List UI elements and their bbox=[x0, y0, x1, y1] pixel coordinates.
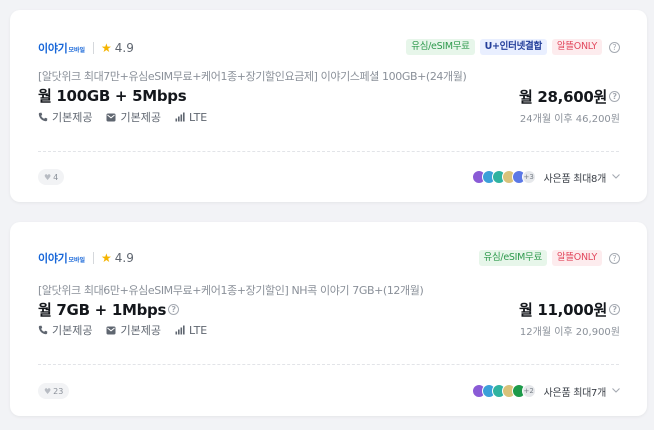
plan-data: 월 7GB + 1Mbps ? bbox=[38, 299, 180, 320]
plan-name: [알닷위크 최대6만+유심eSIM무료+케어1종+장기할인] NH콕 이야기 7… bbox=[38, 284, 424, 297]
signal-icon bbox=[175, 325, 185, 335]
card-footer: ♥ 4 +3 사은품 최대8개 bbox=[10, 161, 647, 193]
feature-sms: 기본제공 bbox=[106, 109, 161, 125]
price-after: 12개월 이후 20,900원 bbox=[519, 327, 620, 338]
brand-logo-sub: 모바일 bbox=[68, 47, 86, 54]
gift-thumbnails: +2 bbox=[471, 384, 536, 398]
star-icon: ★ bbox=[101, 251, 112, 265]
feature-network: LTE bbox=[175, 324, 207, 337]
feature-sms-label: 기본제공 bbox=[120, 324, 161, 337]
badge-internet-bundle: U+인터넷결합 bbox=[479, 39, 547, 55]
feature-list: 기본제공 기본제공 LTE bbox=[38, 109, 221, 125]
brand-logo: 이야기 bbox=[38, 42, 68, 55]
badge-only: 알뜰ONLY bbox=[551, 39, 602, 55]
badge-only: 알뜰ONLY bbox=[551, 250, 602, 266]
plan-data-text: 월 100GB + 5Mbps bbox=[38, 87, 187, 105]
plan-card-2[interactable]: 이야기 모바일 ★ 4.9 유심/eSIM무료 알뜰ONLY ? [알닷위크 최… bbox=[10, 222, 647, 416]
help-icon[interactable]: ? bbox=[168, 304, 180, 315]
like-button[interactable]: ♥ 4 bbox=[38, 169, 65, 185]
dashed-divider bbox=[38, 364, 619, 365]
chevron-down-icon bbox=[612, 386, 620, 396]
like-count: 23 bbox=[53, 386, 64, 396]
help-icon[interactable]: ? bbox=[609, 91, 620, 102]
feature-sms-label: 기본제공 bbox=[120, 111, 161, 124]
feature-sms: 기본제공 bbox=[106, 322, 161, 338]
feature-network: LTE bbox=[175, 111, 207, 124]
badge-free-sim: 유심/eSIM무료 bbox=[478, 250, 547, 266]
brand-row: 이야기 모바일 ★ 4.9 bbox=[38, 40, 134, 56]
plan-data-text: 월 7GB + 1Mbps bbox=[38, 301, 167, 319]
gift-more-count: +3 bbox=[521, 170, 536, 184]
plan-card-1[interactable]: 이야기 모바일 ★ 4.9 유심/eSIM무료 U+인터넷결합 알뜰ONLY ?… bbox=[10, 10, 647, 202]
gift-more-count: +2 bbox=[521, 384, 536, 398]
feature-call-label: 기본제공 bbox=[52, 324, 93, 337]
rating: 4.9 bbox=[114, 41, 134, 55]
brand-logo-sub: 모바일 bbox=[68, 257, 86, 264]
feature-call: 기본제공 bbox=[38, 109, 92, 125]
chevron-down-icon bbox=[612, 172, 620, 182]
brand-row: 이야기 모바일 ★ 4.9 bbox=[38, 250, 134, 266]
gift-label: 사은품 최대8개 bbox=[543, 173, 607, 185]
rating: 4.9 bbox=[114, 251, 134, 265]
divider bbox=[93, 252, 95, 264]
phone-icon bbox=[38, 112, 48, 122]
like-button[interactable]: ♥ 23 bbox=[38, 383, 70, 399]
heart-icon: ♥ bbox=[44, 172, 52, 182]
plan-data: 월 100GB + 5Mbps bbox=[38, 85, 187, 106]
dashed-divider bbox=[38, 151, 619, 152]
star-icon: ★ bbox=[101, 41, 112, 55]
signal-icon bbox=[175, 112, 185, 122]
heart-icon: ♥ bbox=[44, 386, 52, 396]
badge-list: 유심/eSIM무료 U+인터넷결합 알뜰ONLY ? bbox=[406, 39, 620, 55]
price-after: 24개월 이후 46,200원 bbox=[519, 114, 620, 125]
gift-thumbnails: +3 bbox=[471, 170, 536, 184]
gift-summary[interactable]: +3 사은품 최대8개 bbox=[471, 168, 620, 186]
gift-summary[interactable]: +2 사은품 최대7개 bbox=[471, 382, 620, 400]
plan-name: [알닷위크 최대7만+유심eSIM무료+케어1종+장기할인요금제] 이야기스페셜… bbox=[38, 70, 467, 83]
badge-list: 유심/eSIM무료 알뜰ONLY ? bbox=[478, 250, 620, 266]
message-icon bbox=[106, 326, 116, 334]
price: 월 11,000원 ? bbox=[519, 299, 620, 320]
help-icon[interactable]: ? bbox=[609, 252, 620, 264]
help-icon[interactable]: ? bbox=[609, 41, 620, 53]
message-icon bbox=[106, 113, 116, 121]
phone-icon bbox=[38, 325, 48, 335]
like-count: 4 bbox=[53, 172, 59, 182]
divider bbox=[93, 42, 95, 54]
price-text: 월 28,600원 bbox=[518, 88, 607, 106]
feature-network-label: LTE bbox=[188, 323, 208, 337]
gift-label: 사은품 최대7개 bbox=[543, 387, 607, 399]
price: 월 28,600원 ? bbox=[519, 86, 620, 107]
help-icon[interactable]: ? bbox=[609, 304, 620, 315]
price-text: 월 11,000원 bbox=[518, 301, 607, 319]
feature-network-label: LTE bbox=[188, 110, 208, 124]
card-footer: ♥ 23 +2 사은품 최대7개 bbox=[10, 375, 647, 407]
feature-list: 기본제공 기본제공 LTE bbox=[38, 322, 221, 338]
feature-call: 기본제공 bbox=[38, 322, 92, 338]
badge-free-sim: 유심/eSIM무료 bbox=[406, 39, 475, 55]
brand-logo: 이야기 bbox=[38, 252, 68, 265]
feature-call-label: 기본제공 bbox=[52, 111, 93, 124]
